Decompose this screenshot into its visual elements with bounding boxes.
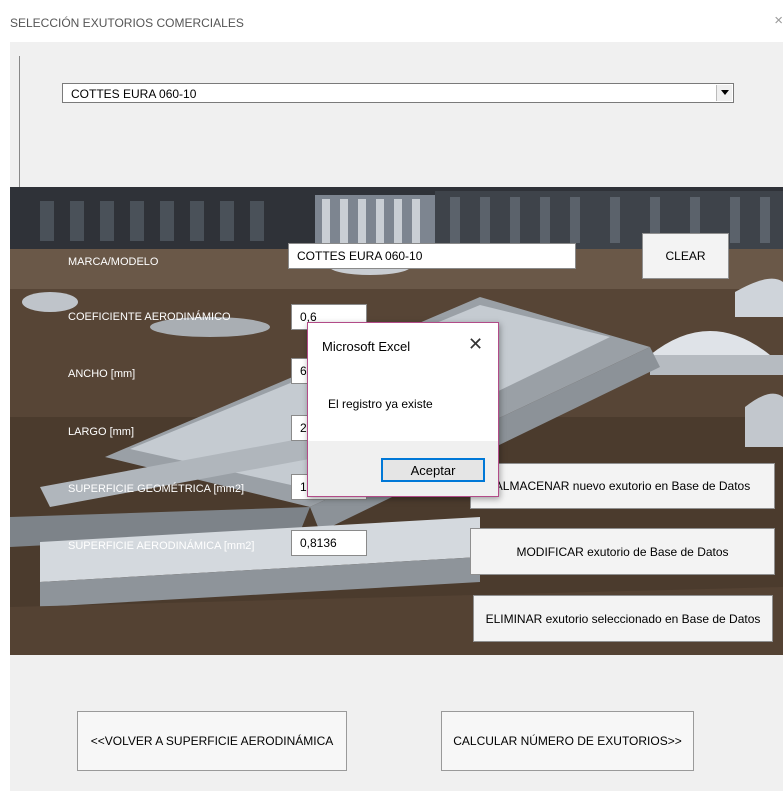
- window-close-icon[interactable]: ×: [774, 12, 783, 29]
- superficie-aerodinamica-input[interactable]: 0,8136: [291, 530, 367, 556]
- modify-exutorio-button[interactable]: MODIFICAR exutorio de Base de Datos: [470, 528, 775, 575]
- exutorio-select[interactable]: COTTES EURA 060-10: [62, 83, 734, 103]
- store-exutorio-button[interactable]: ALMACENAR nuevo exutorio en Base de Dato…: [470, 463, 775, 509]
- back-button[interactable]: <<VOLVER A SUPERFICIE AERODINÁMICA: [77, 711, 347, 771]
- window-titlebar: SELECCIÓN EXUTORIOS COMERCIALES ×: [0, 0, 783, 42]
- marca-modelo-input[interactable]: COTTES EURA 060-10: [288, 243, 576, 269]
- message-dialog: Microsoft Excel ✕ El registro ya existe …: [307, 322, 499, 497]
- close-icon[interactable]: ✕: [468, 334, 483, 355]
- ancho-label: ANCHO [mm]: [68, 368, 136, 380]
- accept-button[interactable]: Aceptar: [381, 458, 485, 482]
- superficie-geometrica-label: SUPERFICIE GEOMÉTRICA [mm2]: [68, 483, 245, 495]
- dialog-footer: Aceptar: [308, 441, 498, 496]
- dialog-title: Microsoft Excel: [322, 339, 411, 354]
- window-title: SELECCIÓN EXUTORIOS COMERCIALES: [10, 16, 244, 30]
- dialog-message: El registro ya existe: [328, 397, 433, 411]
- delete-exutorio-button[interactable]: ELIMINAR exutorio seleccionado en Base d…: [473, 595, 773, 642]
- coeficiente-label: COEFICIENTE AERODINÁMICO: [68, 311, 231, 323]
- marca-modelo-label: MARCA/MODELO: [68, 256, 159, 268]
- clear-button[interactable]: CLEAR: [642, 233, 729, 279]
- calculate-button[interactable]: CALCULAR NÚMERO DE EXUTORIOS>>: [441, 711, 694, 771]
- largo-label: LARGO [mm]: [68, 426, 135, 438]
- exutorio-select-value: COTTES EURA 060-10: [71, 87, 197, 101]
- superficie-aerodinamica-label: SUPERFICIE AERODINÁMICA [mm2]: [68, 540, 255, 552]
- chevron-down-icon[interactable]: [716, 85, 732, 101]
